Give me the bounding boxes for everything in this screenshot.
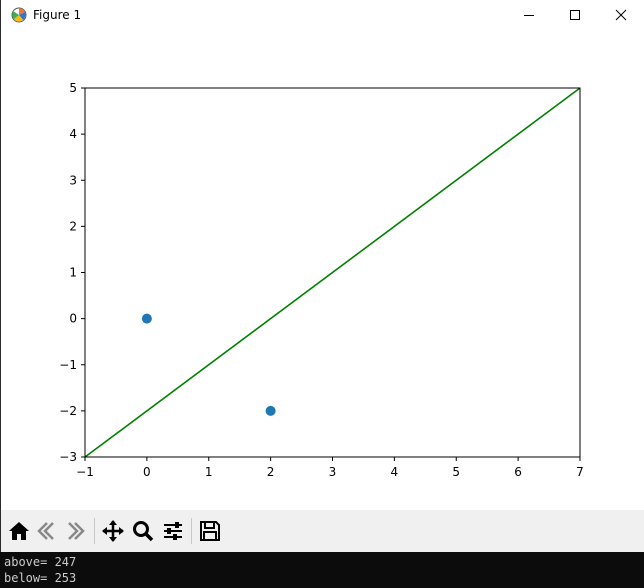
maximize-button[interactable] <box>552 0 598 30</box>
pan-icon <box>102 520 124 542</box>
y-tick-label: 1 <box>69 266 77 280</box>
x-tick-label: 7 <box>576 465 584 479</box>
y-tick-label: 3 <box>69 173 77 187</box>
x-tick-label: −1 <box>76 465 94 479</box>
close-button[interactable] <box>598 0 644 30</box>
forward-icon <box>68 522 85 540</box>
matplotlib-figure-icon <box>11 7 27 23</box>
console-line: above= 247 <box>4 555 77 569</box>
y-tick-label: 0 <box>69 312 77 326</box>
minimize-icon <box>524 15 534 16</box>
series-line <box>84 87 581 458</box>
window-title: Figure 1 <box>33 8 82 22</box>
toolbar-separator <box>191 518 192 544</box>
y-tick-label: 2 <box>69 219 77 233</box>
x-tick-label: 6 <box>514 465 522 479</box>
configure-subplots-icon <box>164 522 182 540</box>
y-tick-label: −3 <box>59 450 77 464</box>
x-tick-label: 4 <box>391 465 399 479</box>
x-tick-label: 3 <box>329 465 337 479</box>
x-tick-label: 1 <box>205 465 213 479</box>
x-tick-label: 2 <box>267 465 275 479</box>
y-tick-label: 4 <box>69 127 77 141</box>
figure-window: Figure 1 −1 0 1 2 3 4 5 6 7 −3 −2 −1 0 1 2 3 4 5 <box>0 0 644 552</box>
y-tick-label: −2 <box>59 404 77 418</box>
scatter-point <box>265 405 276 416</box>
y-tick-label: 5 <box>69 81 77 95</box>
save-button[interactable] <box>196 517 224 545</box>
save-icon <box>200 521 220 541</box>
zoom-button[interactable] <box>129 517 157 545</box>
pan-button[interactable] <box>99 517 127 545</box>
zoom-icon <box>133 521 154 542</box>
back-button[interactable] <box>33 517 61 545</box>
home-button[interactable] <box>5 517 33 545</box>
configure-subplots-button[interactable] <box>159 517 187 545</box>
forward-button[interactable] <box>61 517 89 545</box>
console-output: above= 247 below= 253 <box>0 552 644 588</box>
navigation-toolbar <box>1 510 644 552</box>
x-tick-label: 5 <box>452 465 460 479</box>
y-tick-label: −1 <box>59 358 77 372</box>
figure-canvas[interactable]: −1 0 1 2 3 4 5 6 7 −3 −2 −1 0 1 2 3 4 5 <box>1 30 644 510</box>
toolbar-separator <box>94 518 95 544</box>
scatter-point <box>141 313 152 324</box>
home-icon <box>9 522 29 540</box>
close-icon <box>615 9 627 21</box>
maximize-icon <box>570 10 580 20</box>
console-line: below= 253 <box>4 571 77 585</box>
x-tick-label: 0 <box>143 465 151 479</box>
minimize-button[interactable] <box>506 0 552 30</box>
title-bar[interactable]: Figure 1 <box>1 0 644 30</box>
back-icon <box>37 522 54 540</box>
